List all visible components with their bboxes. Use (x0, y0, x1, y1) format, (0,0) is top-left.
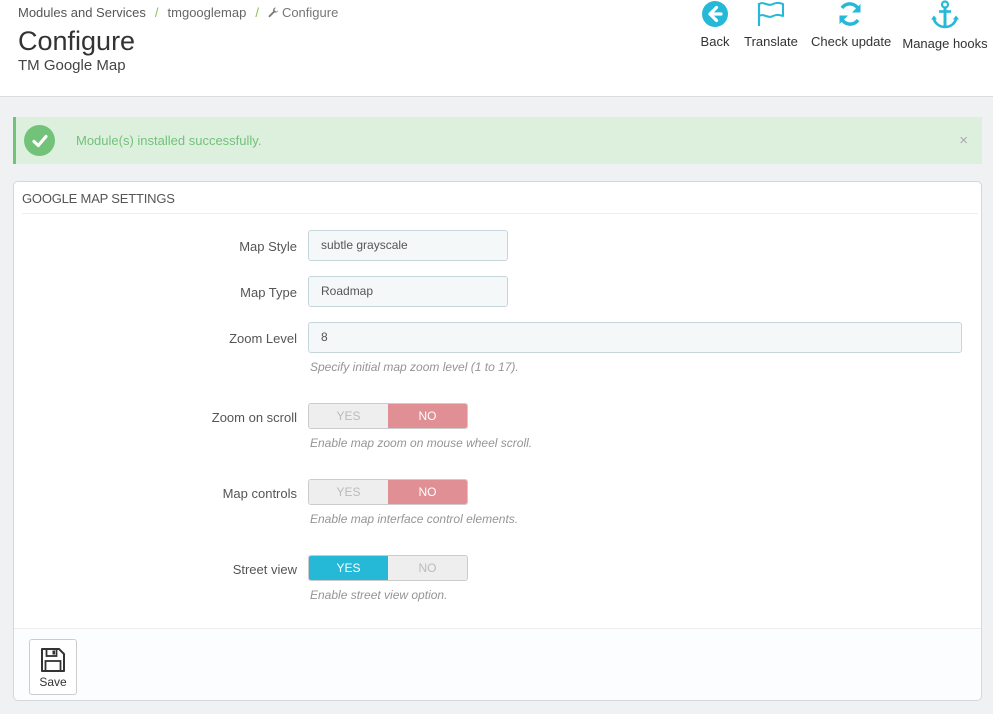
map-controls-yes[interactable]: YES (309, 480, 388, 504)
check-update-button[interactable]: Check update (811, 0, 892, 49)
breadcrumb-current-label: Configure (281, 5, 339, 20)
check-circle-icon (24, 125, 55, 156)
back-label: Back (700, 34, 730, 49)
street-view-label: Street view (232, 562, 297, 577)
page-title: Configure (18, 26, 136, 56)
map-controls-switch: YES NO (308, 479, 468, 505)
map-controls-no[interactable]: NO (388, 480, 467, 504)
zoom-level-help: Specify initial map zoom level (1 to 17)… (310, 360, 519, 374)
wrench-icon (268, 7, 279, 18)
map-style-select[interactable]: subtle grayscale (308, 230, 508, 261)
breadcrumb-current: Configure (268, 5, 338, 20)
anchor-icon (931, 0, 959, 29)
manage-hooks-label: Manage hooks (902, 36, 988, 51)
breadcrumb-separator: / (154, 5, 159, 20)
save-button[interactable]: Save (29, 639, 77, 695)
manage-hooks-button[interactable]: Manage hooks (902, 0, 988, 51)
close-icon[interactable]: × (959, 132, 968, 149)
map-controls-help: Enable map interface control elements. (310, 512, 519, 526)
flag-icon (757, 1, 784, 26)
street-view-help: Enable street view option. (310, 588, 448, 602)
map-style-label: Map Style (239, 239, 297, 254)
translate-label: Translate (744, 34, 798, 49)
zoom-on-scroll-yes[interactable]: YES (309, 404, 388, 428)
google-map-settings-panel: Google map settings Map Style subtle gra… (13, 181, 982, 701)
page-header: Modules and Services / tmgooglemap / Con… (0, 0, 993, 97)
translate-button[interactable]: Translate (743, 0, 799, 49)
zoom-level-label: Zoom Level (229, 331, 297, 346)
save-label: Save (39, 675, 67, 689)
zoom-on-scroll-help: Enable map zoom on mouse wheel scroll. (310, 436, 533, 450)
panel-footer: Save (14, 628, 981, 700)
street-view-switch: YES NO (308, 555, 468, 581)
alert-message: Module(s) installed successfully. (76, 133, 262, 148)
zoom-on-scroll-no[interactable]: NO (388, 404, 467, 428)
map-controls-label: Map controls (222, 486, 297, 501)
refresh-icon (839, 2, 861, 26)
page-subtitle: TM Google Map (18, 57, 126, 74)
zoom-on-scroll-label: Zoom on scroll (211, 410, 297, 425)
back-arrow-circle-icon (702, 1, 728, 27)
floppy-disk-icon (41, 648, 65, 672)
street-view-yes[interactable]: YES (309, 556, 388, 580)
street-view-no[interactable]: NO (388, 556, 467, 580)
zoom-on-scroll-switch: YES NO (308, 403, 468, 429)
zoom-level-input[interactable]: 8 (308, 322, 962, 353)
breadcrumb-root[interactable]: Modules and Services (18, 5, 146, 20)
success-alert: Module(s) installed successfully. × (13, 117, 982, 164)
breadcrumb-separator: / (255, 5, 259, 20)
check-update-label: Check update (811, 34, 892, 49)
breadcrumb-module[interactable]: tmgooglemap (168, 5, 247, 20)
map-type-label: Map Type (240, 285, 297, 300)
map-type-select[interactable]: Roadmap (308, 276, 508, 307)
back-button[interactable]: Back (699, 0, 731, 49)
panel-heading: Google map settings (22, 182, 978, 214)
breadcrumb: Modules and Services / tmgooglemap / Con… (18, 5, 338, 20)
